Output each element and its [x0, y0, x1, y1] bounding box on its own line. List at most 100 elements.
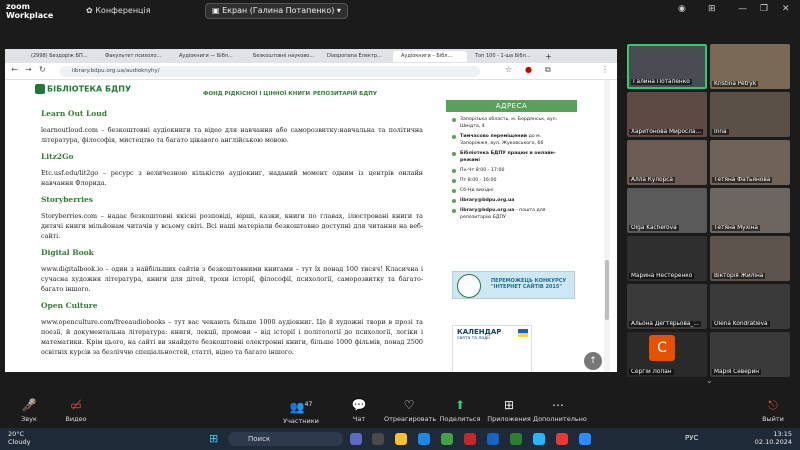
site-logo-text: БІБЛІОТЕКА БДПУ [47, 84, 132, 94]
menu-icon[interactable]: ⋮ [601, 65, 609, 74]
screen-share-pill[interactable]: ▣ Екран (Галина Потапенко) ▾ [205, 3, 348, 19]
back-icon[interactable]: ← [11, 65, 18, 74]
restore-icon[interactable]: ❐ [760, 4, 768, 14]
language-indicator[interactable]: РУС [685, 434, 698, 442]
section-title: Digital Book [41, 248, 94, 257]
app-icon[interactable] [372, 433, 384, 445]
participant-tile[interactable]: Kristina Petryk [710, 44, 790, 89]
participant-name: Olga Kacherova [629, 225, 679, 231]
contest-banner[interactable]: ПЕРЕМОЖЕЦЬ КОНКУРСУ "ІНТЕРНЕТ САЙТІВ 201… [452, 271, 575, 299]
weather-widget[interactable]: 20°C Cloudy [8, 430, 30, 446]
browser-tab[interactable]: Факультет психоло... [97, 51, 171, 62]
shield-icon[interactable]: ◉ [678, 4, 686, 14]
new-tab-icon[interactable]: + [545, 51, 555, 62]
taskbar-search[interactable]: Поиск [228, 432, 343, 446]
excel-icon[interactable] [510, 433, 522, 445]
apps-button[interactable]: ⊞ Приложения [484, 398, 534, 423]
microphone-muted-icon: 🎤̸ [21, 398, 37, 412]
page-scrollbar[interactable] [604, 80, 610, 372]
chat-label: Чат [352, 415, 366, 423]
more-button[interactable]: ⋯ Дополнительно [533, 398, 587, 423]
reload-icon[interactable]: ↻ [39, 65, 46, 74]
nav-rare-books[interactable]: ФОНД РІДКІСНОЇ І ЦІННОЇ КНИГИ [203, 91, 310, 97]
article-body: Learn Out Loud learnoutloud.com – безкош… [41, 106, 423, 364]
chrome-icon[interactable] [395, 433, 407, 445]
section-text: Etc.usf.edu/lit2go – ресурс з величезною… [41, 169, 423, 187]
leave-button[interactable]: ⎋ Выйти [748, 398, 798, 423]
section-title: Open Culture [41, 301, 98, 310]
browser-tab[interactable]: (2998) Бездоріж БП... [23, 51, 97, 62]
section-title: Learn Out Loud [41, 109, 107, 118]
conference-text: Конференція [95, 6, 151, 15]
url-field[interactable]: library.bdpu.org.ua/audioknyhy/ [60, 66, 480, 77]
browser-tab-active[interactable]: Аудіокниги – Бібл... [393, 51, 467, 62]
browser-tab[interactable]: Топ 100 - 1-ша Бібл... [467, 51, 541, 62]
participant-tile[interactable]: Olga Kacherova [627, 188, 707, 233]
calendar-banner[interactable]: КАЛЕНДАР свята та події [452, 325, 532, 372]
participant-tile[interactable]: Тетяна Мухіна [710, 188, 790, 233]
extension-icon[interactable]: ● [525, 65, 532, 74]
location-icon [452, 117, 456, 122]
email-link[interactable]: library@bdpu.org.ua [460, 197, 514, 204]
bookmark-icon[interactable]: ☆ [505, 65, 512, 74]
browser-tab[interactable]: Diasporiana Електр... [319, 51, 393, 62]
leave-icon: ⎋ [768, 398, 778, 412]
mail-icon [452, 198, 456, 203]
browser-tab[interactable]: Аудіокниги — Бібл... [171, 51, 245, 62]
section-text: www.openculture.com/freeaudiobooks – тут… [41, 318, 423, 356]
mute-button[interactable]: 🎤̸ Звук [4, 398, 54, 423]
nav-repository[interactable]: РЕПОЗИТАРІЙ БДПУ [313, 91, 377, 97]
library-logo-icon [35, 84, 45, 94]
app-icon[interactable] [464, 433, 476, 445]
extensions-icon[interactable]: ⧉ [545, 65, 551, 75]
participant-tile[interactable]: Галина Потапенко [627, 44, 707, 89]
scrollbar-thumb[interactable] [605, 260, 609, 320]
word-icon[interactable] [487, 433, 499, 445]
zoom-icon[interactable] [579, 433, 591, 445]
view-icon[interactable]: ⊞ [708, 4, 716, 14]
meeting-toolbar: 🎤̸ Звук ▭̸ Видео 👥47 Участники 💬 Чат ♡ Отреаг… [0, 394, 800, 428]
participant-tile[interactable]: Алла Кулорса [627, 140, 707, 185]
participant-tile[interactable]: Inna [710, 92, 790, 137]
react-button[interactable]: ♡ Отреагировать [384, 398, 436, 423]
participant-name: Вікторія Жиліна [712, 273, 766, 279]
participant-tile[interactable]: Марина Нестеренко [627, 236, 707, 281]
leave-label: Выйти [762, 415, 784, 423]
contest-line2: "ІНТЕРНЕТ САЙТІВ 2015" [491, 284, 562, 290]
app-icon[interactable] [418, 433, 430, 445]
video-label: Видео [65, 415, 87, 423]
zoom-logo-line2: Workplace [6, 11, 54, 20]
participant-tile[interactable]: Olena Kondratieva [710, 284, 790, 329]
scroll-to-top-button[interactable]: ↑ [584, 352, 602, 370]
video-button[interactable]: ▭̸ Видео [51, 398, 101, 423]
participant-tile[interactable]: Тетяна Фатьянова [710, 140, 790, 185]
chat-button[interactable]: 💬 Чат [334, 398, 384, 423]
app-icon[interactable] [350, 433, 362, 445]
app-icon[interactable] [441, 433, 453, 445]
windows-start-icon[interactable]: ⊞ [209, 433, 221, 445]
share-button[interactable]: ⬆ Поделиться [435, 398, 485, 423]
browser-tab[interactable]: Безкоштовні науково... [245, 51, 319, 62]
forward-icon[interactable]: → [25, 65, 32, 74]
close-icon[interactable]: ✕ [782, 4, 790, 14]
participant-tile[interactable]: Альона Дегтярьова_... [627, 284, 707, 329]
email-link[interactable]: library@bdpu.org.ua [460, 208, 514, 213]
participants-button[interactable]: 👥47 Участники [276, 398, 326, 425]
system-clock[interactable]: 13:15 02.10.2024 [755, 430, 792, 446]
weather-text: Cloudy [8, 438, 31, 446]
participant-tile[interactable]: Марія Северин [710, 332, 790, 377]
browser-tab-strip: (2998) Бездоріж БП... Факультет психоло.… [5, 49, 617, 63]
chevron-down-icon[interactable]: ⌄ [706, 376, 713, 385]
address-text: Запорізька область, м. Бердянськ, вул. Ш… [460, 117, 558, 129]
participant-tile[interactable]: C Сергій Лопан [627, 332, 707, 377]
site-logo[interactable]: БІБЛІОТЕКА БДПУ [35, 84, 131, 94]
minimize-icon[interactable]: — [738, 4, 747, 14]
participant-name: Тетяна Мухіна [712, 225, 760, 231]
participant-tile[interactable]: Вікторія Жиліна [710, 236, 790, 281]
app-icon[interactable] [556, 433, 568, 445]
participant-tile[interactable]: Харитонова Миросла... [627, 92, 707, 137]
heart-icon: ♡ [403, 398, 415, 412]
conference-label[interactable]: ✿ Конференція [86, 6, 151, 15]
telegram-icon[interactable] [533, 433, 545, 445]
address-sidebar: АДРЕСА Запорізька область, м. Бердянськ,… [446, 100, 577, 228]
